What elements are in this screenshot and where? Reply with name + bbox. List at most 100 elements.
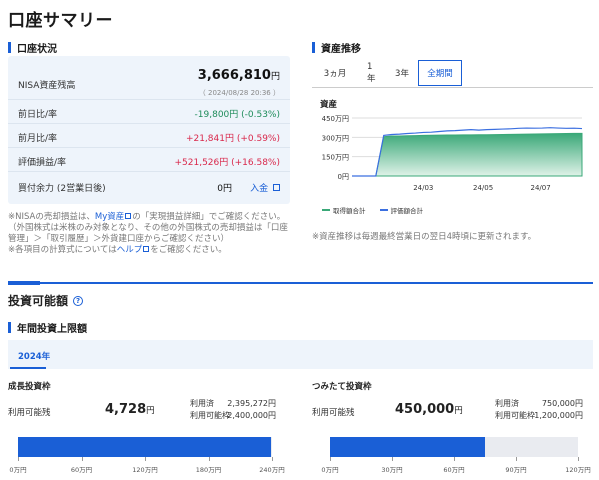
growth-used: 利用済 2,395,272円 (190, 398, 276, 409)
external-link-icon (125, 213, 132, 219)
x-tick-label: 24/07 (531, 184, 551, 192)
account-summary-panel: NISA資産残高 3,666,810円 （ 2024/08/28 20:36 ）… (8, 56, 290, 204)
buying-power-row: 買付余力 (2営業日後) 0円 入金 (8, 172, 290, 204)
nisa-balance-value: 3,666,810 (197, 68, 271, 83)
tick-label: 0万円 (9, 466, 27, 474)
daily-change-row: 前日比/率 -19,800円 (-0.53%) (8, 100, 290, 124)
note-line-2: （外国株式は米株のみ対象となり、その他の外国株式の売却損益は「口座 (8, 223, 288, 233)
nisa-balance-row: NISA資産残高 3,666,810円 （ 2024/08/28 20:36 ） (8, 56, 290, 100)
legend-cost-label: 取得額合計 (333, 207, 366, 215)
legend-value-label: 評価額合計 (390, 207, 424, 215)
legend-value-swatch (379, 209, 388, 211)
growth-available-label: 利用可能残 (8, 408, 51, 418)
tick-mark (208, 457, 210, 461)
tick-label: 0万円 (321, 466, 339, 474)
help-link[interactable]: ヘルプ (117, 245, 143, 255)
tick-mark (330, 457, 331, 461)
tsumitate-available-label: 利用可能残 (312, 408, 355, 418)
nisa-balance-unit: 円 (270, 72, 280, 82)
daily-change-label: 前日比/率 (18, 110, 58, 120)
growth-used-label: 利用済 (190, 399, 214, 408)
asset-trend-section-title: 資産推移 (312, 40, 361, 55)
unrealized-pl-value: +521,526円 (+16.58%) (174, 158, 281, 168)
growth-limit-label: 利用可能枠 (190, 411, 230, 420)
monthly-change-label: 前月比/率 (18, 134, 58, 144)
x-tick-label: 24/05 (473, 184, 493, 192)
chart-legend: 取得額合計 評価額合計 (322, 205, 423, 215)
cost-area (352, 132, 583, 177)
note-line-1: ※NISAの売却損益は、My資産 の「実現損益詳細」でご確認ください。 (8, 212, 300, 223)
section-marker (8, 42, 11, 53)
growth-limit-value: 2,400,000円 (227, 411, 276, 420)
tick-label: 240万円 (259, 466, 285, 474)
investable-title: 投資可能額 ? (8, 292, 84, 309)
deposit-link[interactable]: 入金 (250, 181, 280, 194)
growth-available-value: 4,728 (105, 402, 147, 417)
chart-title: 資産 (320, 100, 338, 110)
account-section-label: 口座状況 (17, 44, 57, 55)
tab-all-period[interactable]: 全期間 (418, 60, 462, 86)
tick-label: 30万円 (381, 466, 403, 474)
legend-cost-swatch (322, 209, 330, 211)
monthly-change-value: +21,841円 (+0.59%) (185, 134, 280, 144)
tick-mark (578, 457, 579, 461)
year-tab-2024[interactable]: 2024年 (18, 350, 50, 362)
nisa-balance-value-wrap: 3,666,810円 (198, 68, 280, 83)
y-tick-label: 150万円 (322, 154, 349, 162)
note-4b: をご確認ください。 (150, 245, 227, 255)
note-1a: ※NISAの売却損益は、 (8, 212, 95, 222)
growth-progress-bar (18, 437, 272, 457)
tick-mark (81, 457, 83, 461)
my-assets-link[interactable]: My資産 (95, 212, 124, 222)
nisa-balance-label: NISA資産残高 (18, 81, 76, 91)
tick-mark (516, 457, 517, 461)
tsumitate-used-label: 利用済 (495, 399, 519, 408)
tsumitate-limit-value: 1,200,000円 (534, 411, 583, 420)
page-title: 口座サマリー (8, 11, 113, 31)
tick-label: 90万円 (505, 466, 527, 474)
section-divider (8, 282, 593, 284)
y-tick-label: 300万円 (322, 134, 349, 142)
tsumitate-progress-fill (330, 437, 485, 457)
tick-label: 60万円 (70, 466, 93, 474)
y-tick-label: 450万円 (322, 115, 349, 123)
period-tabs: 3ヵ月 1年 3年 全期間 (312, 60, 462, 86)
note-line-4: ※各項目の計算式についてはヘルプ をご確認ください。 (8, 245, 300, 256)
growth-limit: 利用可能枠 2,400,000円 (190, 410, 276, 421)
y-tick-label: 0円 (338, 173, 349, 181)
asset-trend-label: 資産推移 (321, 44, 361, 55)
tick-mark (454, 457, 455, 461)
year-tab-underline (10, 367, 46, 369)
tsumitate-available: 450,000円 (395, 402, 463, 417)
growth-available: 4,728円 (105, 402, 155, 417)
account-notes: ※NISAの売却損益は、My資産 の「実現損益詳細」でご確認ください。 （外国株式… (8, 212, 300, 256)
unrealized-pl-row: 評価損益/率 +521,526円 (+16.58%) (8, 148, 290, 172)
tick-mark (392, 457, 393, 461)
tsumitate-limit-label: 利用可能枠 (495, 411, 535, 420)
daily-change-value: -19,800円 (-0.53%) (194, 110, 280, 120)
asset-trend-chart: 0円 150万円 300万円 450万円 24/03 24/05 24/07 (322, 115, 583, 192)
buying-power-value: 0円 (217, 184, 232, 194)
note-4a: ※各項目の計算式については (8, 245, 117, 255)
annual-limit-label: 年間投資上限額 (17, 324, 87, 335)
question-icon[interactable]: ? (73, 295, 84, 306)
tsumitate-title: つみたて投資枠 (312, 382, 372, 392)
tick-mark (18, 457, 19, 461)
nisa-balance-timestamp: （ 2024/08/28 20:36 ） (198, 89, 280, 97)
note-1b: の「実現損益詳細」でご確認ください。 (132, 212, 286, 222)
section-marker (312, 42, 315, 53)
tab-3months[interactable]: 3ヵ月 (312, 60, 358, 86)
section-divider-accent (8, 281, 40, 285)
tick-mark (272, 457, 273, 461)
tabs-underline (312, 87, 593, 88)
tab-3years[interactable]: 3年 (386, 60, 418, 86)
tsumitate-progress-bar (330, 437, 578, 457)
tab-1year[interactable]: 1年 (358, 60, 386, 86)
growth-used-value: 2,395,272円 (227, 399, 276, 408)
deposit-link-label: 入金 (250, 184, 269, 194)
external-link-icon (273, 184, 280, 191)
tick-label: 120万円 (565, 466, 591, 474)
external-link-icon (143, 246, 150, 252)
unrealized-pl-label: 評価損益/率 (18, 158, 67, 168)
tick-label: 120万円 (132, 466, 158, 474)
